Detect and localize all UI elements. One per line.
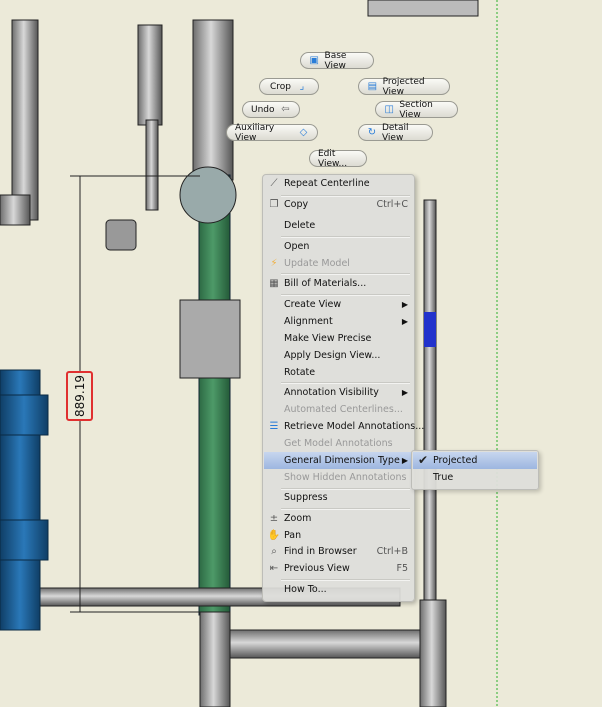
edit-view-button[interactable]: Edit View... xyxy=(309,149,367,169)
menu-create-view[interactable]: Create View ▶ xyxy=(264,296,413,313)
crop-icon: ⌟ xyxy=(299,81,305,92)
menu-show-hidden-annotations: Show Hidden Annotations xyxy=(284,472,407,483)
checkmark-icon: ✔ xyxy=(417,453,429,467)
submenu-arrow-icon: ▶ xyxy=(401,317,408,326)
blue-flange xyxy=(0,519,49,561)
menu-find-in-browser[interactable]: ⌕ Find in Browser Ctrl+B xyxy=(264,543,413,560)
menu-copy[interactable]: ❐ Copy Ctrl+C xyxy=(264,196,413,213)
menu-automated-centerlines: Automated Centerlines... xyxy=(284,404,403,415)
menu-make-view-precise[interactable]: Make View Precise xyxy=(264,330,413,347)
undo-icon: ⇦ xyxy=(281,104,290,115)
base-view-icon: ▣ xyxy=(309,55,319,66)
menu-suppress[interactable]: Suppress xyxy=(264,489,413,506)
green-pipe xyxy=(198,174,231,616)
submenu-projected[interactable]: ✔ Projected xyxy=(413,452,537,469)
pipe xyxy=(229,629,431,659)
menu-rotate[interactable]: Rotate xyxy=(264,364,413,381)
pipe xyxy=(419,599,447,707)
section-view-button[interactable]: ◫ Section View xyxy=(375,100,458,120)
section-view-icon: ◫ xyxy=(384,104,394,115)
pan-hand-icon: ✋ xyxy=(267,530,281,541)
submenu-arrow-icon: ▶ xyxy=(401,388,408,397)
menu-general-dimension-type[interactable]: General Dimension Type ▶ xyxy=(264,452,413,469)
actuator xyxy=(105,219,137,251)
menu-open[interactable]: Open xyxy=(264,238,413,255)
undo-button[interactable]: Undo ⇦ xyxy=(242,101,300,118)
bom-icon: ▦ xyxy=(269,278,279,289)
retrieve-annotations-icon: ☰ xyxy=(269,421,279,432)
lightning-icon: ⚡ xyxy=(270,258,278,269)
menu-how-to[interactable]: How To... xyxy=(264,581,413,598)
base-view-button[interactable]: ▣ Base View xyxy=(300,51,374,71)
find-in-browser-icon: ⌕ xyxy=(271,546,277,557)
crop-button[interactable]: Crop ⌟ xyxy=(259,78,319,95)
menu-annotation-visibility[interactable]: Annotation Visibility ▶ xyxy=(264,384,413,401)
menu-get-model-annotations: Get Model Annotations xyxy=(284,438,393,449)
centerline-icon: ⟋ xyxy=(270,178,278,189)
detail-view-button[interactable]: ↻ Detail View xyxy=(358,123,433,143)
menu-retrieve-model-annotations[interactable]: ☰ Retrieve Model Annotations... xyxy=(264,418,425,435)
projected-view-button[interactable]: ▤ Projected View xyxy=(358,77,450,97)
submenu-true[interactable]: True xyxy=(413,469,537,486)
zoom-icon: ± xyxy=(269,513,279,524)
pipe xyxy=(137,24,163,126)
menu-apply-design-view[interactable]: Apply Design View... xyxy=(264,347,413,364)
menu-previous-view[interactable]: ⇤ Previous View F5 xyxy=(264,560,413,577)
previous-view-icon: ⇤ xyxy=(269,563,279,574)
copy-icon: ❐ xyxy=(269,199,279,210)
pipe xyxy=(192,19,234,181)
blue-flange xyxy=(0,394,49,436)
part-top xyxy=(367,0,479,17)
context-menu: ⟋ Repeat Centerline ❐ Copy Ctrl+C Delete Op… xyxy=(262,174,425,602)
projected-view-icon: ▤ xyxy=(367,81,378,92)
menu-delete[interactable]: Delete xyxy=(264,217,413,234)
valve-body xyxy=(179,299,241,379)
menu-update-model: ⚡ Update Model xyxy=(264,255,413,272)
pipe xyxy=(199,611,231,707)
auxiliary-view-button[interactable]: Auxiliary View ◇ xyxy=(226,123,318,143)
pipe xyxy=(145,119,159,211)
detail-view-icon: ↻ xyxy=(367,127,377,138)
auxiliary-view-icon: ◇ xyxy=(299,127,308,138)
pipe xyxy=(11,19,39,221)
submenu-arrow-icon: ▶ xyxy=(401,456,408,465)
dimension-value[interactable]: 889.19 xyxy=(66,371,93,421)
menu-alignment[interactable]: Alignment ▶ xyxy=(264,313,413,330)
menu-zoom[interactable]: ± Zoom xyxy=(264,510,413,527)
valve xyxy=(179,166,237,224)
menu-pan[interactable]: ✋ Pan xyxy=(264,527,413,544)
submenu-arrow-icon: ▶ xyxy=(401,300,408,309)
blue-part xyxy=(424,312,436,347)
pipe xyxy=(423,199,437,601)
pipe xyxy=(0,194,31,226)
menu-repeat-centerline[interactable]: ⟋ Repeat Centerline xyxy=(264,175,413,192)
menu-bill-of-materials[interactable]: ▦ Bill of Materials... xyxy=(264,275,413,292)
dimension-type-submenu: ✔ Projected True xyxy=(411,450,539,490)
